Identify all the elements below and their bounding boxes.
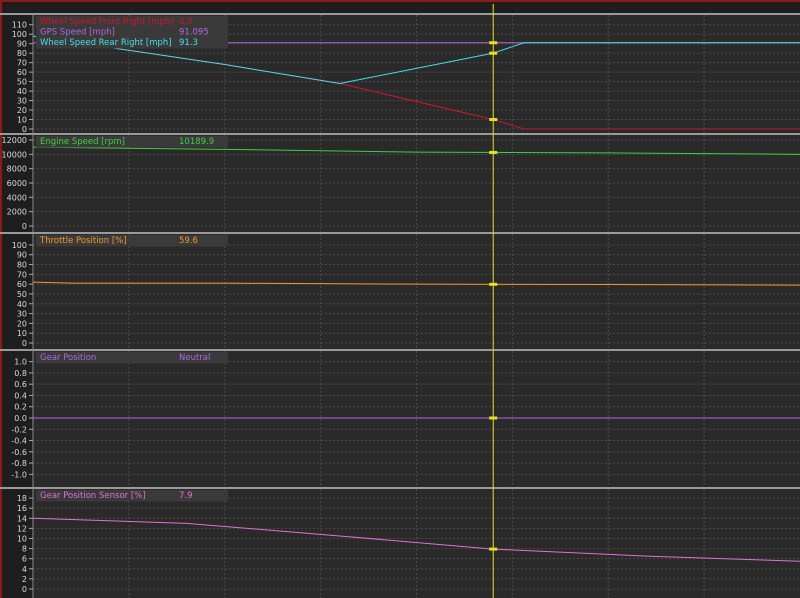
panel-5-y-tick-label: 14 (17, 514, 27, 523)
panel-1-y-tick-label: 100 (12, 30, 27, 39)
legend-series-name: Engine Speed [rpm] (40, 137, 125, 147)
panel-4-y-tick-label: -0.4 (11, 437, 27, 446)
panel-1-y-tick-label: 20 (17, 106, 27, 115)
panel-5-y-tick-label: 0 (22, 585, 27, 594)
panel-1-y-tick-label: 90 (17, 40, 27, 49)
panel-2-y-tick-label: 8000 (7, 165, 27, 174)
legend-series-name: Wheel Speed Front Right [mph] (40, 17, 174, 27)
panel-5-y-tick-label: 4 (22, 565, 27, 574)
legend-series-value: 91.3 (179, 38, 198, 48)
panel-4-y-tick-label: -0.6 (11, 448, 27, 457)
panel-2-y-tick-label: 2000 (7, 208, 27, 217)
panel-3-y-tick-label: 20 (17, 319, 27, 328)
panel-5-y-tick-label: 10 (17, 534, 27, 543)
panel-4-y-tick-label: 0.2 (14, 403, 27, 412)
panel-4-y-tick-label: 0.8 (14, 369, 27, 378)
legend-series-value: 10189.9 (179, 137, 214, 147)
panel-5-y-tick-label: 16 (17, 504, 27, 513)
panel-1-y-tick-label: 40 (17, 87, 27, 96)
panel-3-y-tick-label: 80 (17, 261, 27, 270)
panel-3-y-tick-label: 30 (17, 310, 27, 319)
legend-series-value: Neutral (179, 353, 210, 363)
panel-3-y-tick-label: 10 (17, 329, 27, 338)
panel-1-y-tick-label: 110 (12, 21, 27, 30)
panel-5-y-tick-label: 2 (22, 575, 27, 584)
panel-4-y-tick-label: 0.0 (14, 414, 27, 423)
panel-5-y-tick-label: 12 (17, 524, 27, 533)
panel-3-y-tick-label: 100 (12, 241, 27, 250)
panel-1-y-tick-label: 60 (17, 68, 27, 77)
legend-series-name: Gear Position (40, 353, 96, 363)
panel-4-y-tick-label: 0.6 (14, 380, 27, 389)
panel-2-y-tick-label: 0 (22, 222, 27, 231)
panel-1-y-tick-label: 50 (17, 78, 27, 87)
panel-3-y-tick-label: 60 (17, 280, 27, 289)
legend-series-name: Throttle Position [%] (39, 236, 127, 246)
panel-2-y-tick-label: 12000 (2, 136, 27, 145)
panel-3-y-tick-label: 90 (17, 251, 27, 260)
panel-3-y-tick-label: 70 (17, 270, 27, 279)
panel-3-y-tick-label: 0 (22, 339, 27, 348)
legend-series-value: 0.0 (179, 17, 193, 27)
panel-2-y-tick-label: 4000 (7, 193, 27, 202)
panel-4-y-tick-label: 1.0 (14, 358, 27, 367)
panel-1-y-tick-label: 10 (17, 116, 27, 125)
legend-series-value: 91.095 (179, 28, 209, 38)
panel-2-y-tick-label: 6000 (7, 179, 27, 188)
panel-4-y-tick-label: -0.8 (11, 459, 27, 468)
panel-1-y-tick-label: 80 (17, 49, 27, 58)
panel-2-y-tick-label: 10000 (2, 150, 27, 159)
telemetry-chart[interactable]: 1101009080706050403020100Wheel Speed Fro… (0, 0, 800, 598)
legend-series-name: GPS Speed [mph] (40, 28, 115, 38)
legend-series-name: Wheel Speed Rear Right [mph] (40, 38, 172, 48)
panel-1-y-tick-label: 70 (17, 59, 27, 68)
panel-4-y-tick-label: -0.2 (11, 425, 27, 434)
panel-4-y-tick-label: 0.4 (14, 391, 27, 400)
panel-5-y-tick-label: 6 (22, 555, 27, 564)
panel-1-y-tick-label: 30 (17, 97, 27, 106)
panel-3-y-tick-label: 50 (17, 290, 27, 299)
legend-series-name: Gear Position Sensor [%] (40, 491, 146, 501)
panel-5-y-tick-label: 18 (17, 494, 27, 503)
panel-3-y-tick-label: 40 (17, 300, 27, 309)
legend-series-value: 59.6 (179, 236, 198, 246)
panel-1-y-tick-label: 0 (22, 125, 27, 134)
panel-5-y-tick-label: 8 (22, 545, 27, 554)
panel-4-y-tick-label: -1.0 (11, 470, 27, 479)
legend-series-value: 7.9 (179, 491, 193, 501)
